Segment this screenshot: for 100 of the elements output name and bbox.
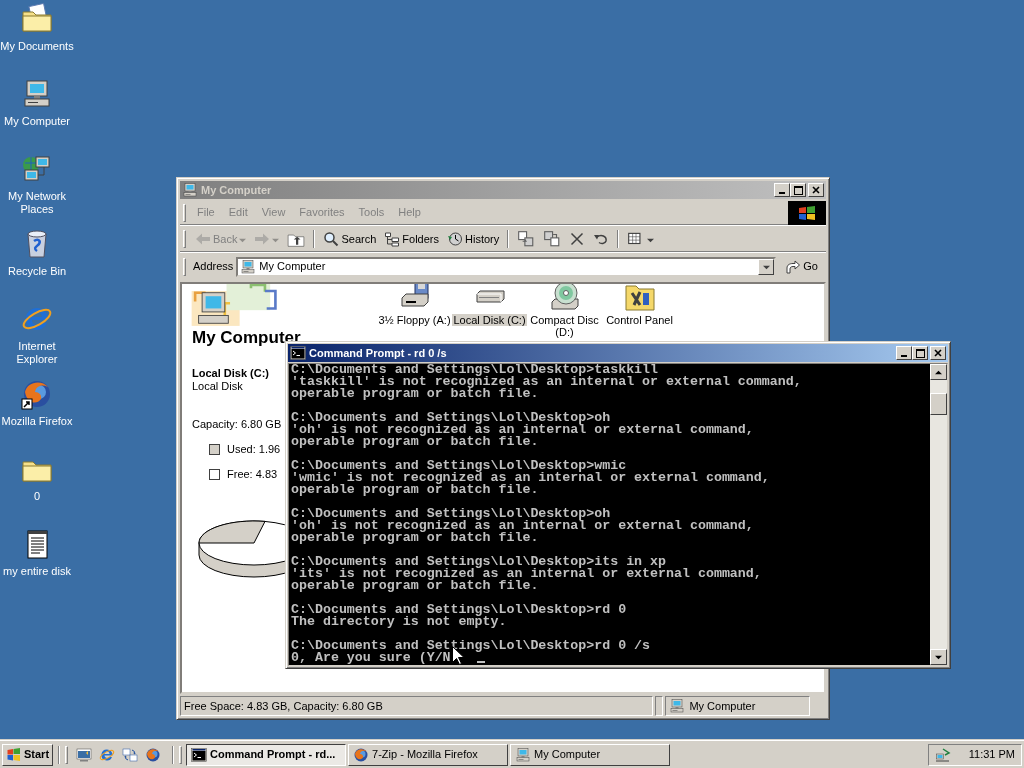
maximize-icon xyxy=(793,185,803,195)
folders-button[interactable]: Folders xyxy=(381,228,442,250)
scroll-thumb[interactable] xyxy=(930,393,947,415)
fox-globe-icon xyxy=(353,746,370,763)
maximize-button[interactable] xyxy=(790,183,806,197)
close-icon xyxy=(934,349,942,357)
maximize-button[interactable] xyxy=(912,346,928,360)
computer-icon xyxy=(21,78,53,110)
console-icon xyxy=(290,345,306,361)
window-title: My Computer xyxy=(201,182,272,198)
console-line: C:\Documents and Settings\Lol\Desktop>wmic xyxy=(291,460,627,472)
folders-tree-icon xyxy=(384,231,401,247)
console-line: operable program or batch file. xyxy=(291,580,539,592)
scrollbar[interactable] xyxy=(930,364,947,665)
history-clock-icon xyxy=(447,231,463,247)
console-line: operable program or batch file. xyxy=(291,532,539,544)
address-field[interactable]: My Computer xyxy=(236,256,777,277)
desktop-icon-label[interactable]: Recycle Bin xyxy=(7,265,67,278)
status-panel xyxy=(655,696,664,716)
forward-arrow-icon xyxy=(254,231,271,247)
search-button[interactable]: Search xyxy=(320,228,380,250)
title-bar[interactable]: Command Prompt - rd 0 /s xyxy=(288,344,948,362)
computer-icon xyxy=(182,182,198,198)
console-line: 'oh' is not recognized as an internal or external command, xyxy=(291,520,754,532)
drive-label[interactable]: 3½ Floppy (A:) xyxy=(377,314,452,326)
address-label: Address xyxy=(193,259,234,275)
console-line: 'taskkill' is not recognized as an internal or external command, xyxy=(291,376,802,388)
flag-logo xyxy=(788,200,826,225)
computer-icon xyxy=(515,746,532,763)
start-button[interactable]: Start xyxy=(2,743,54,766)
go-arrow-icon xyxy=(785,258,802,275)
console-icon xyxy=(191,746,208,763)
desktop-icon-label[interactable]: My Documents xyxy=(0,40,74,53)
desktop-icon-label[interactable]: Mozilla Firefox xyxy=(1,415,73,428)
computer-icon xyxy=(240,258,257,275)
status-text: Free Space: 4.83 GB, Capacity: 6.80 GB xyxy=(180,696,654,716)
documents-folder-icon xyxy=(21,3,53,35)
page-heading: My Computer xyxy=(192,329,301,347)
scroll-down-button[interactable] xyxy=(930,649,947,665)
drive-label[interactable]: Local Disk (C:) xyxy=(452,314,527,326)
history-button[interactable]: History xyxy=(444,228,503,250)
drive-type: Local Disk xyxy=(192,380,243,393)
drive-label[interactable]: Control Panel xyxy=(605,314,674,326)
console-line: operable program or batch file. xyxy=(291,388,539,400)
desktop-icon-label[interactable]: 0 xyxy=(33,490,41,503)
channels-icon xyxy=(122,746,139,763)
minimize-button[interactable] xyxy=(896,346,912,360)
caret-icon xyxy=(762,263,770,270)
network-tray-icon xyxy=(935,746,951,763)
fox-globe-icon xyxy=(145,746,162,763)
quick-launch-button[interactable] xyxy=(122,746,139,763)
taskbar-button[interactable]: My Computer xyxy=(510,743,671,766)
close-button[interactable] xyxy=(930,346,946,360)
console-line: C:\Documents and Settings\Lol\Desktop>rd 0 /s xyxy=(291,640,651,652)
copy-to-icon xyxy=(543,230,562,248)
taskbar-button[interactable]: 7-Zip - Mozilla Firefox xyxy=(348,743,509,766)
console-line: 0, Are you sure (Y/N xyxy=(291,652,451,664)
clock: 11:31 PM xyxy=(968,747,1015,763)
delete-x-icon xyxy=(569,231,586,247)
go-button[interactable]: Go xyxy=(779,256,826,277)
menu-item[interactable]: Favorites xyxy=(292,204,352,221)
dropdown-button[interactable] xyxy=(758,258,775,275)
search-icon xyxy=(323,231,340,247)
desktop-icon-label[interactable]: Internet Explorer xyxy=(0,340,74,366)
legend-label: Free: 4.83 xyxy=(227,468,278,481)
desktop-icon-label[interactable]: my entire disk xyxy=(3,565,71,578)
console-line: C:\Documents and Settings\Lol\Desktop>oh xyxy=(291,508,611,520)
console-line: C:\Documents and Settings\Lol\Desktop>its in xp xyxy=(291,556,667,568)
fox-globe-icon xyxy=(21,378,53,410)
maximize-icon xyxy=(915,348,925,358)
up-arrow-icon xyxy=(935,368,942,376)
console-line: 'oh' is not recognized as an internal or external command, xyxy=(291,424,754,436)
minimize-button[interactable] xyxy=(774,183,790,197)
flag-icon xyxy=(6,746,22,763)
scroll-up-button[interactable] xyxy=(930,364,947,380)
desktop-icon-label[interactable]: My Computer xyxy=(4,115,70,128)
status-zone: My Computer xyxy=(665,696,811,716)
text-cursor xyxy=(476,661,485,663)
menu-item[interactable]: Tools xyxy=(351,204,392,221)
console-line: 'wmic' is not recognized as an internal or external command, xyxy=(291,472,770,484)
tools-folder-icon xyxy=(623,284,656,313)
console-line: operable program or batch file. xyxy=(291,484,539,496)
down-arrow-icon xyxy=(935,653,942,661)
legend-label: Used: 1.96 xyxy=(227,443,281,456)
quick-launch-button[interactable] xyxy=(76,746,93,763)
drive-label[interactable]: Compact Disc (D:) xyxy=(527,314,602,338)
console-line: C:\Documents and Settings\Lol\Desktop>oh xyxy=(291,412,611,424)
desktop-icon-label[interactable]: My Network Places xyxy=(0,190,74,216)
quick-launch-button[interactable] xyxy=(145,746,162,763)
desktop-icon xyxy=(76,746,93,763)
menu-item[interactable]: View xyxy=(254,204,293,221)
computer-icon xyxy=(669,698,686,714)
taskbar-button[interactable]: Command Prompt - rd... xyxy=(186,743,347,766)
console-line: 'its' is not recognized as an internal or external command, xyxy=(291,568,762,580)
close-button[interactable] xyxy=(808,183,824,197)
close-icon xyxy=(812,186,820,194)
window-title: Command Prompt - rd 0 /s xyxy=(309,345,447,361)
console-line: The directory is not empty. xyxy=(291,616,507,628)
move-to-icon xyxy=(517,230,536,248)
console-line: C:\Documents and Settings\Lol\Desktop>taskkill xyxy=(291,364,659,376)
